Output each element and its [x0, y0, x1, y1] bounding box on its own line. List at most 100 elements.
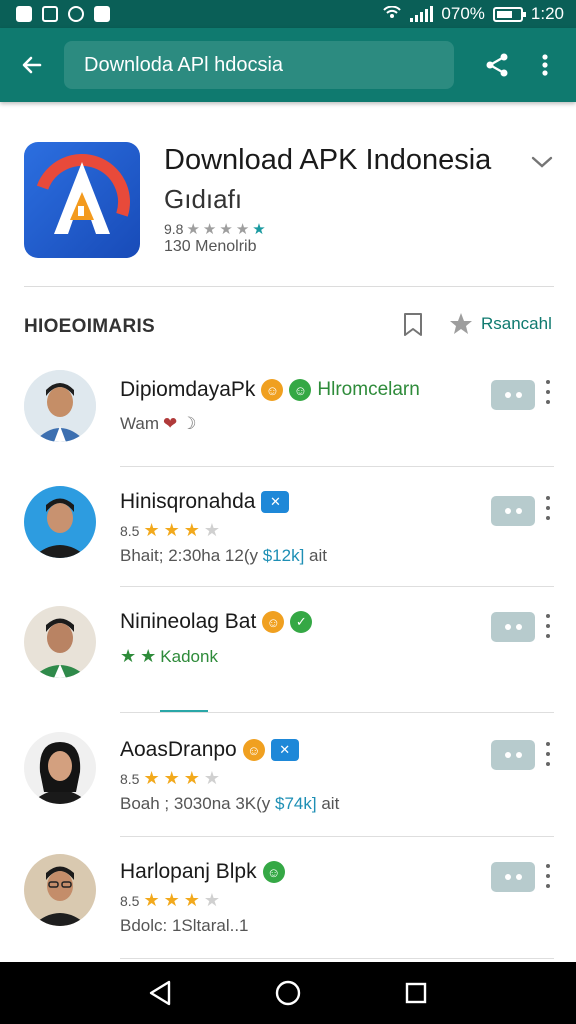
emoji-badge-icon: ☺: [262, 611, 285, 633]
item-title: DipiomdayaPk ☺ ☺ Hlromcelarn: [120, 378, 420, 402]
rating-value: 8.5: [120, 892, 140, 909]
emoji-badge-icon: ☺: [289, 379, 312, 401]
rating-value: 8.5: [120, 770, 140, 787]
item-rating: ★ ★ Kadonk: [120, 646, 218, 667]
meta-suffix: ait: [309, 546, 328, 565]
search-input[interactable]: Downloda APl hdocsia: [64, 41, 454, 89]
star-icon: ★: [120, 646, 137, 666]
avatar: [24, 606, 96, 678]
emoji-badge-icon: ☺: [262, 861, 285, 883]
item-rating: 8.5 ★ ★ ★ ★: [120, 890, 220, 911]
star-icon: ★: [252, 221, 266, 238]
item-title: Niпineolag Bat ☺ ✓: [120, 610, 313, 634]
clock-time: 1:20: [530, 4, 564, 23]
item-rating: 8.5 ★ ★ ★ ★: [120, 520, 220, 541]
app-logo-icon[interactable]: [24, 142, 140, 258]
nfc-icon: [94, 6, 110, 22]
row-divider: [120, 712, 554, 713]
recent-link[interactable]: Rsancahl: [481, 314, 552, 334]
item-name: DipiomdayaPk: [120, 378, 256, 401]
bookmark-icon[interactable]: [402, 312, 424, 338]
star-icon: ★: [140, 646, 157, 666]
star-icon: ★: [235, 221, 250, 238]
item-title: Harlopanj Blpk ☺: [120, 860, 285, 884]
list-item[interactable]: Hinisqronahda ✕ 8.5 ★ ★ ★ ★ Bhait; 2:30h…: [0, 470, 576, 590]
avatar: [24, 486, 96, 558]
item-name: Niпineolag Bat: [120, 610, 257, 633]
arrow-left-icon: [22, 56, 42, 74]
leaf-badge-icon: ✓: [290, 611, 313, 633]
chevron-down-icon[interactable]: [530, 152, 554, 172]
star-icon: ★: [163, 768, 180, 788]
item-rating: 8.5 ★ ★ ★ ★: [120, 768, 220, 789]
item-name: AoasDranpo: [120, 738, 237, 761]
circle-home-icon: [275, 980, 301, 1006]
star-icon: ★: [143, 520, 160, 540]
item-title: AoasDranpo ☺ ✕: [120, 738, 299, 762]
item-action-button[interactable]: [491, 380, 535, 410]
app-toolbar: Downloda APl hdocsia: [0, 28, 576, 102]
app-rating: 9.8 ★ ★ ★ ★ ★: [164, 220, 266, 238]
overflow-menu-button[interactable]: [524, 28, 566, 102]
star-icon: ★: [183, 890, 200, 910]
item-action-button[interactable]: [491, 740, 535, 770]
item-subtitle-text: Kadonk: [160, 646, 218, 666]
section-title: HIOEOIMARIS: [24, 316, 156, 337]
search-query: Downloda APl hdocsia: [84, 53, 284, 76]
nav-back-button[interactable]: [140, 973, 180, 1013]
list-item[interactable]: DipiomdayaPk ☺ ☺ Hlromcelarn Wam ❤ ☽: [0, 350, 576, 470]
item-subtitle: Wam ❤ ☽: [120, 414, 197, 434]
item-meta: Bhait; 2:30ha 12(y $12k] ait: [120, 546, 327, 566]
item-action-button[interactable]: [491, 496, 535, 526]
star-icon: ★: [163, 890, 180, 910]
row-divider: [120, 958, 554, 959]
star-icon: ★: [203, 768, 221, 788]
item-action-button[interactable]: [491, 862, 535, 892]
notification-icons: [16, 6, 110, 22]
item-more-icon[interactable]: [540, 742, 556, 766]
status-bar: 070% 1:20: [0, 0, 576, 28]
section-header: HIOEOIMARIS Rsancahl: [0, 300, 576, 348]
app-header: Download APK Indonesia Gıdıafı 9.8 ★ ★ ★…: [0, 102, 576, 288]
star-outline-icon[interactable]: [448, 311, 474, 337]
avatar: [24, 732, 96, 804]
avatar: [24, 370, 96, 442]
star-icon: ★: [186, 221, 200, 238]
square-recents-icon: [405, 982, 427, 1004]
item-more-icon[interactable]: [540, 864, 556, 888]
app-title: Download APK Indonesia: [164, 144, 492, 176]
star-icon: ★: [203, 520, 221, 540]
list-item[interactable]: Niпineolag Bat ☺ ✓ ★ ★ Kadonk: [0, 590, 576, 710]
triangle-back-icon: [149, 980, 171, 1006]
developer-name[interactable]: Gıdıafı: [164, 184, 242, 215]
close-badge-icon: ✕: [261, 491, 290, 513]
item-title: Hinisqronahda ✕: [120, 490, 290, 514]
smile-badge-icon: ☺: [261, 379, 284, 401]
clock-icon: [68, 6, 84, 22]
item-meta: Boah ; 3030na 3K(y $74k] ait: [120, 794, 339, 814]
item-more-icon[interactable]: [540, 614, 556, 638]
emoji-badge-icon: ☺: [242, 739, 265, 761]
hotspot-icon: [383, 6, 402, 18]
nav-recents-button[interactable]: [396, 973, 436, 1013]
rating-value: 8.5: [120, 522, 140, 539]
list-item[interactable]: Harlopanj Blpk ☺ 8.5 ★ ★ ★ ★ Bdolc: 1Slt…: [0, 840, 576, 960]
star-icon: ★: [183, 520, 200, 540]
back-button[interactable]: [0, 28, 64, 102]
item-more-icon[interactable]: [540, 380, 556, 404]
system-nav-bar: [0, 962, 576, 1024]
list-item[interactable]: AoasDranpo ☺ ✕ 8.5 ★ ★ ★ ★ Boah ; 3030na…: [0, 716, 576, 836]
meta-suffix: ait: [321, 794, 340, 813]
nav-home-button[interactable]: [268, 973, 308, 1013]
battery-icon: [492, 6, 526, 22]
close-badge-icon: ✕: [270, 739, 299, 761]
share-button[interactable]: [470, 28, 524, 102]
more-vert-icon: [542, 54, 548, 76]
star-icon: ★: [143, 768, 160, 788]
item-action-button[interactable]: [491, 612, 535, 642]
item-meta: Bdolc: 1Sltaral..1: [120, 916, 249, 936]
star-icon: ★: [163, 520, 180, 540]
edit-icon: [42, 6, 58, 22]
item-more-icon[interactable]: [540, 496, 556, 520]
meta-text: Boah ; 3030na 3K(y: [120, 794, 271, 813]
